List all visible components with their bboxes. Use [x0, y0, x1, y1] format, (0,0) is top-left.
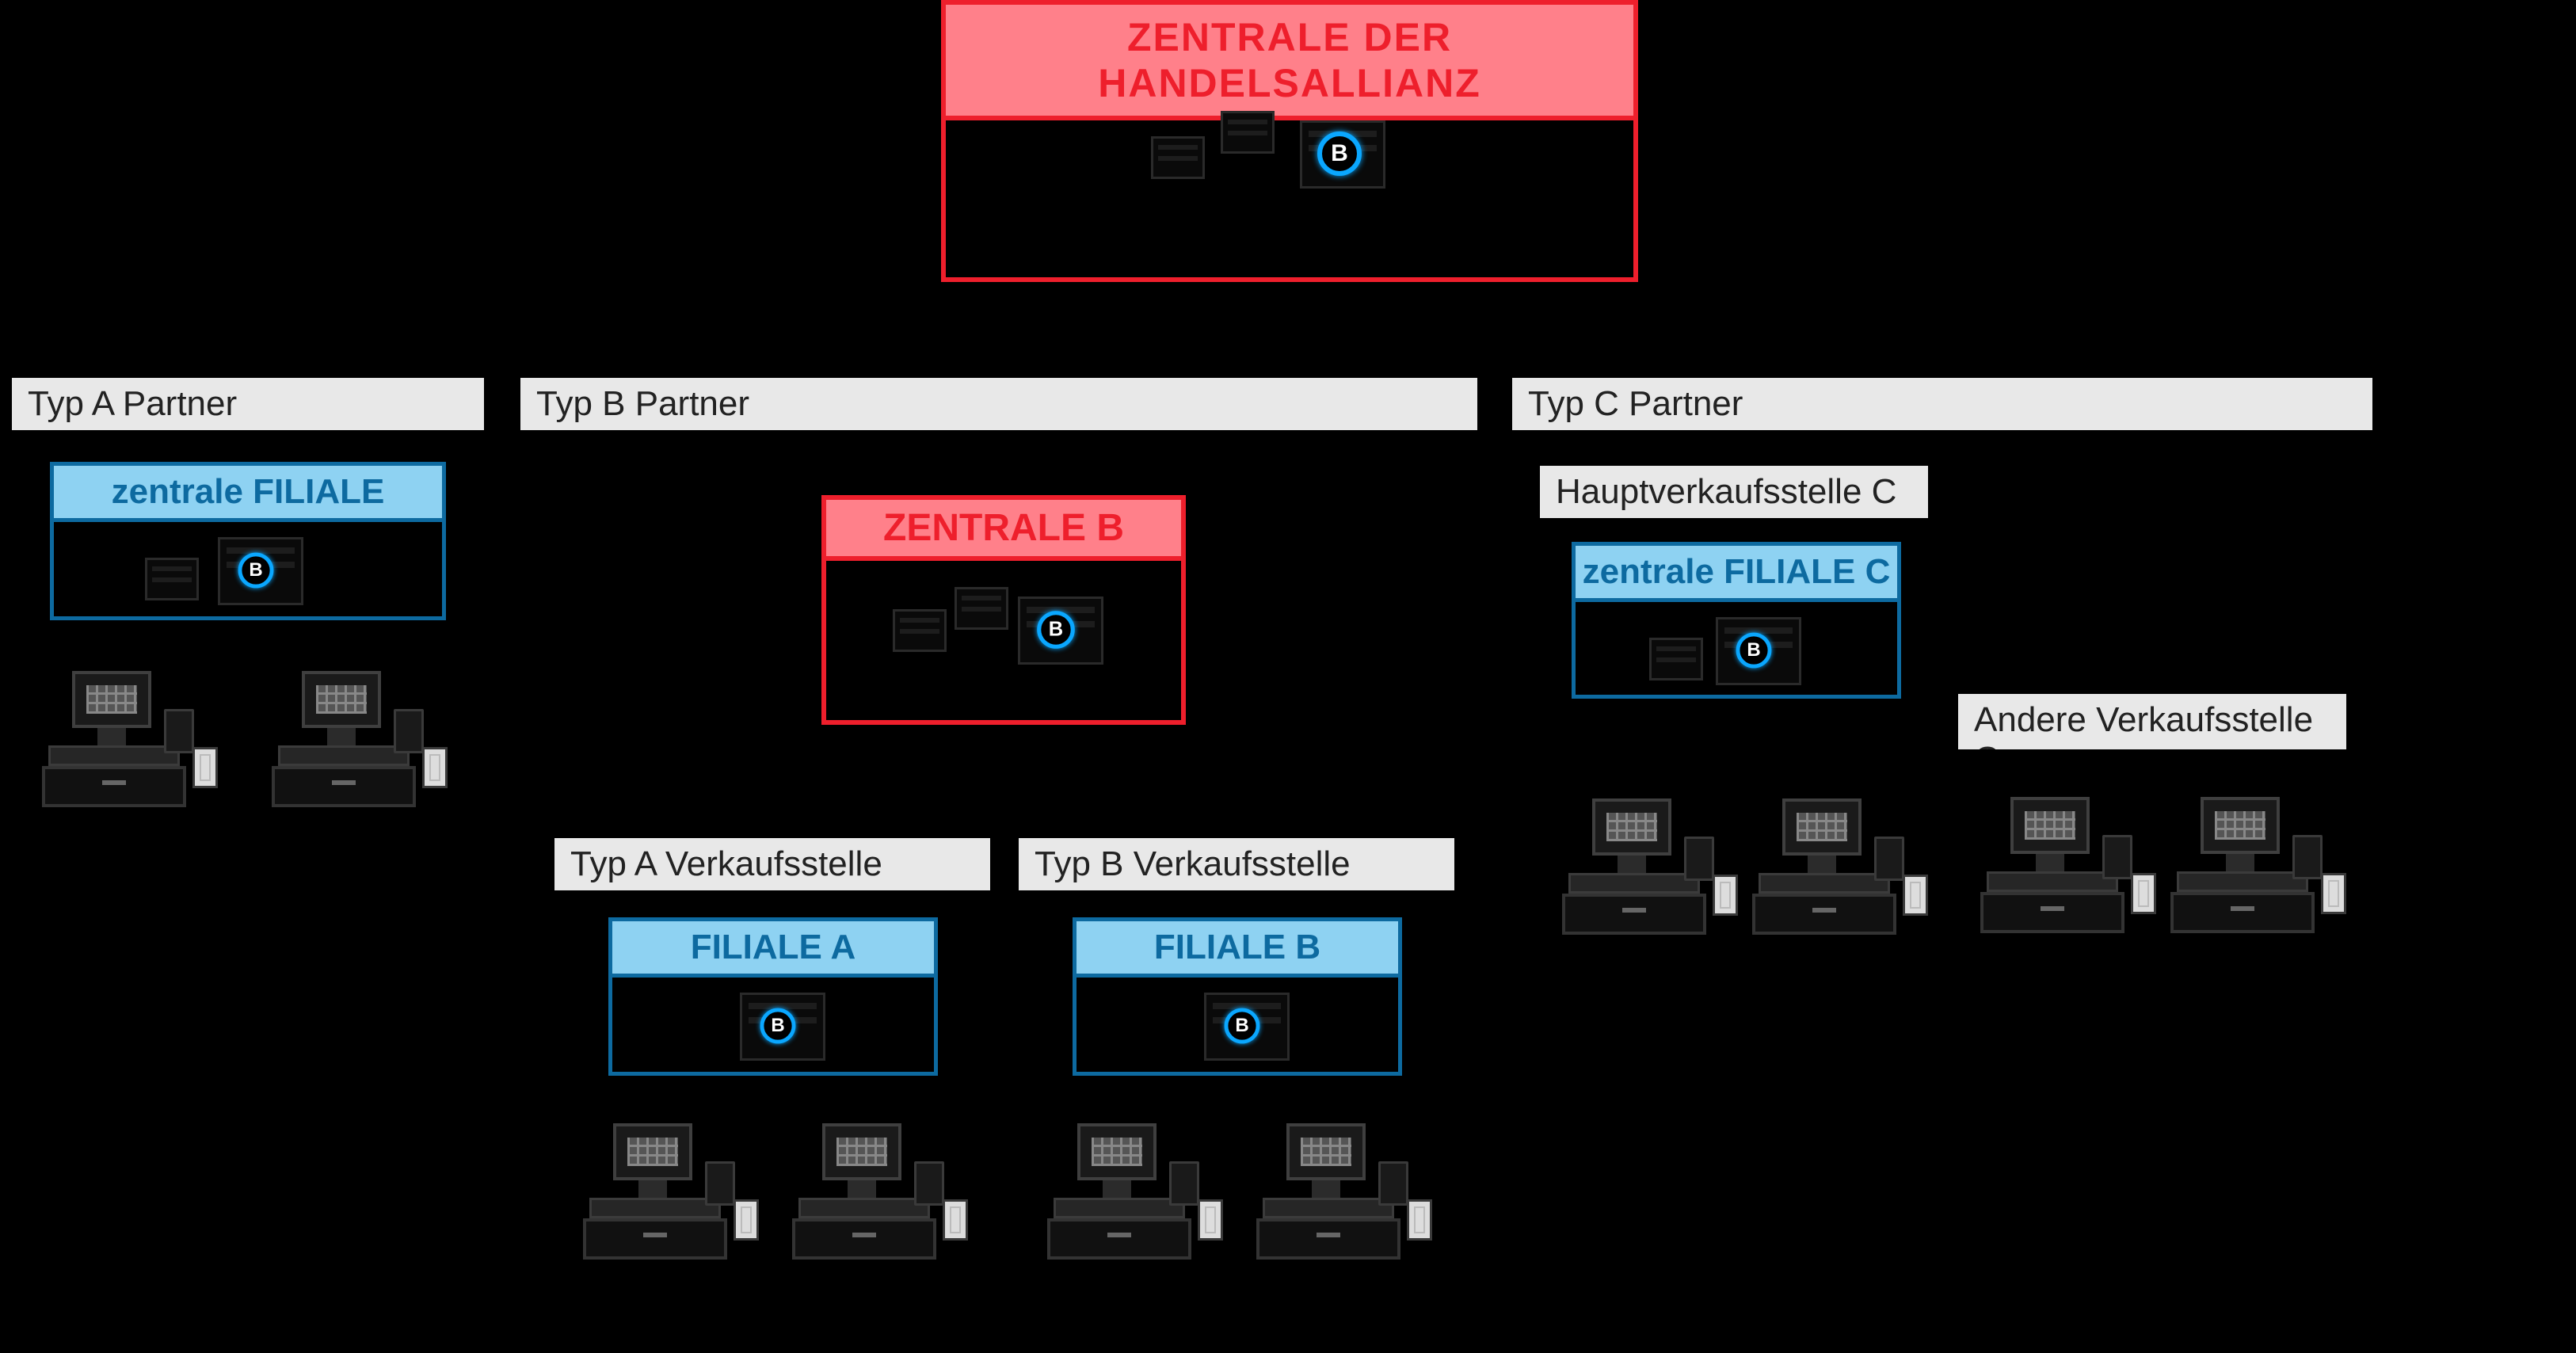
- b-badge-icon: B: [1037, 611, 1075, 649]
- pos-terminal-icon: [1256, 1123, 1415, 1266]
- partner-a-central-filiale: zentrale FILIALE B: [50, 462, 446, 620]
- andere-verkaufsstelle-c: Andere Verkaufsstelle C: [1954, 690, 2350, 1000]
- hvk-c-title: Hauptverkaufsstelle C: [1540, 466, 1928, 522]
- typ-b-verkaufsstelle: Typ B Verkaufsstelle FILIALE B B: [1015, 834, 1458, 1308]
- pos-terminal-icon: [42, 671, 200, 814]
- server-cluster-icon: B: [893, 579, 1115, 690]
- zentrale-b: ZENTRALE B B: [821, 495, 1186, 725]
- partner-b-title: Typ B Partner: [520, 378, 1477, 434]
- typ-a-vk-title: Typ A Verkaufsstelle: [554, 838, 990, 894]
- filiale-b: FILIALE B B: [1073, 917, 1402, 1076]
- b-badge-icon: B: [760, 1008, 796, 1044]
- filiale-a-title: FILIALE A: [612, 921, 934, 978]
- server-cluster-icon: B: [145, 531, 351, 642]
- pos-terminal-icon: [1752, 798, 1911, 941]
- pos-terminal-icon: [272, 671, 430, 814]
- zentrale-filiale-c: zentrale FILIALE C B: [1572, 542, 1901, 699]
- diagram-canvas: ZENTRALE DER HANDELSALLIANZ B Typ A Part…: [0, 0, 2576, 1353]
- pos-terminal-icon: [1047, 1123, 1206, 1266]
- typ-b-vk-title: Typ B Verkaufsstelle: [1019, 838, 1454, 894]
- zentrale-handelsallianz: ZENTRALE DER HANDELSALLIANZ B: [941, 0, 1638, 282]
- pos-terminal-icon: [792, 1123, 951, 1266]
- partner-a-title: Typ A Partner: [12, 378, 484, 434]
- partner-a: Typ A Partner zentrale FILIALE B: [8, 374, 488, 878]
- typ-a-verkaufsstelle: Typ A Verkaufsstelle FILIALE A B: [551, 834, 994, 1308]
- b-badge-icon: B: [238, 553, 274, 589]
- server-cluster-icon: B: [1649, 611, 1823, 722]
- zentrale-b-title: ZENTRALE B: [826, 500, 1181, 561]
- pos-terminal-icon: [583, 1123, 741, 1266]
- partner-a-central-title: zentrale FILIALE: [54, 466, 442, 522]
- zfc-title: zentrale FILIALE C: [1576, 546, 1897, 602]
- pos-terminal-icon: [2170, 797, 2329, 939]
- hauptverkaufsstelle-c: Hauptverkaufsstelle C zentrale FILIALE C…: [1536, 462, 1932, 1000]
- server-cluster-icon: B: [694, 986, 852, 1097]
- server-cluster-icon: B: [1158, 986, 1317, 1097]
- b-badge-icon: B: [1225, 1008, 1260, 1044]
- filiale-b-title: FILIALE B: [1077, 921, 1398, 978]
- pos-terminal-icon: [1562, 798, 1721, 941]
- b-badge-icon: B: [1317, 131, 1362, 176]
- b-badge-icon: B: [1736, 633, 1772, 669]
- partner-b: Typ B Partner ZENTRALE B B Typ A Verkauf…: [516, 374, 1481, 1332]
- server-cluster-icon: B: [1151, 100, 1428, 211]
- partner-c-title: Typ C Partner: [1512, 378, 2372, 434]
- partner-c: Typ C Partner Hauptverkaufsstelle C zent…: [1508, 374, 2376, 1036]
- filiale-a: FILIALE A B: [608, 917, 938, 1076]
- pos-terminal-icon: [1980, 797, 2139, 939]
